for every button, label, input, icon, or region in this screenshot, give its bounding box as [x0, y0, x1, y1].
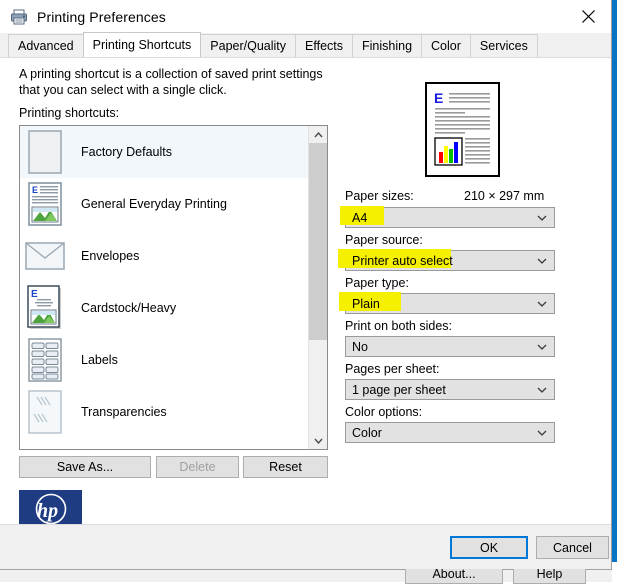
tab-color[interactable]: Color	[421, 34, 471, 57]
pages-per-sheet-label: Pages per sheet:	[345, 362, 440, 376]
tab-strip: Advanced Printing Shortcuts Paper/Qualit…	[0, 33, 611, 58]
list-item-label: Factory Defaults	[81, 145, 172, 159]
chevron-down-icon	[537, 344, 547, 350]
print-preview-thumbnail: E	[425, 82, 500, 177]
list-item-label: Transparencies	[81, 405, 167, 419]
pages-per-sheet-dropdown[interactable]: 1 page per sheet	[345, 379, 555, 400]
cancel-button[interactable]: Cancel	[536, 536, 609, 559]
svg-text:E: E	[32, 185, 38, 195]
window-title: Printing Preferences	[37, 9, 166, 25]
paper-type-dropdown[interactable]: Plain	[345, 293, 555, 314]
list-item-label: Labels	[81, 353, 118, 367]
tab-services[interactable]: Services	[470, 34, 538, 57]
scroll-up-arrow-icon[interactable]	[309, 126, 327, 143]
paper-type-value: Plain	[352, 297, 380, 311]
paper-dimensions-value: 210 × 297 mm	[464, 189, 544, 203]
shortcuts-list: Factory Defaults E	[20, 126, 308, 449]
reset-button[interactable]: Reset	[243, 456, 328, 478]
tab-printing-shortcuts[interactable]: Printing Shortcuts	[83, 32, 202, 57]
tab-finishing[interactable]: Finishing	[352, 34, 422, 57]
list-item-label: Envelopes	[81, 249, 139, 263]
list-item[interactable]: E	[20, 178, 308, 230]
ok-button[interactable]: OK	[450, 536, 528, 559]
close-button[interactable]	[565, 0, 611, 33]
list-item[interactable]: Envelopes	[20, 230, 308, 282]
save-as-button[interactable]: Save As...	[19, 456, 151, 478]
list-item-label: General Everyday Printing	[81, 197, 227, 211]
transparency-sheet-icon	[25, 389, 65, 435]
intro-text: A printing shortcut is a collection of s…	[19, 66, 329, 98]
chevron-down-icon	[537, 301, 547, 307]
paper-sizes-dropdown[interactable]: A4	[345, 207, 555, 228]
chevron-down-icon	[537, 430, 547, 436]
hp-logo-mark: hp	[19, 490, 82, 528]
dialog-footer: OK Cancel	[0, 524, 611, 569]
chevron-down-icon	[537, 215, 547, 221]
paper-source-dropdown[interactable]: Printer auto select	[345, 250, 555, 271]
both-sides-value: No	[352, 340, 368, 354]
printing-preferences-dialog: Printing Preferences Advanced Printing S…	[0, 0, 612, 570]
paper-source-label: Paper source:	[345, 233, 423, 247]
labels-sheet-icon	[25, 337, 65, 383]
color-options-dropdown[interactable]: Color	[345, 422, 555, 443]
cardstock-page-icon: E	[25, 285, 65, 331]
document-with-image-icon: E	[25, 181, 65, 227]
tab-paper-quality[interactable]: Paper/Quality	[200, 34, 296, 57]
scroll-down-arrow-icon[interactable]	[309, 432, 327, 449]
svg-text:hp: hp	[37, 500, 58, 522]
both-sides-label: Print on both sides:	[345, 319, 452, 333]
tab-advanced[interactable]: Advanced	[8, 34, 84, 57]
list-item[interactable]: E Cardstock/Heavy	[20, 282, 308, 334]
paper-sizes-value: A4	[352, 211, 367, 225]
shortcuts-label: Printing shortcuts:	[19, 106, 119, 120]
envelope-icon	[25, 233, 65, 279]
printing-shortcuts-listbox[interactable]: Factory Defaults E	[19, 125, 328, 450]
delete-button: Delete	[156, 456, 239, 478]
svg-text:E: E	[434, 90, 443, 106]
both-sides-dropdown[interactable]: No	[345, 336, 555, 357]
scrollbar-thumb[interactable]	[309, 143, 327, 340]
tab-content-panel: A printing shortcut is a collection of s…	[0, 58, 611, 524]
background-right-edge	[612, 0, 617, 582]
paper-source-value: Printer auto select	[352, 254, 453, 268]
chevron-down-icon	[537, 387, 547, 393]
svg-text:E: E	[31, 289, 38, 300]
printer-icon	[9, 7, 29, 27]
title-bar: Printing Preferences	[0, 0, 611, 33]
color-options-label: Color options:	[345, 405, 422, 419]
blank-page-icon	[25, 129, 65, 175]
list-scrollbar[interactable]	[308, 126, 327, 449]
tab-effects[interactable]: Effects	[295, 34, 353, 57]
background-accent-bar	[612, 0, 617, 562]
paper-type-label: Paper type:	[345, 276, 409, 290]
list-item-label: Cardstock/Heavy	[81, 301, 176, 315]
paper-sizes-label: Paper sizes:	[345, 189, 414, 203]
chevron-down-icon	[537, 258, 547, 264]
pages-per-sheet-value: 1 page per sheet	[352, 383, 446, 397]
color-options-value: Color	[352, 426, 382, 440]
list-item[interactable]: Transparencies	[20, 386, 308, 438]
list-item[interactable]: Labels	[20, 334, 308, 386]
list-item[interactable]: Factory Defaults	[20, 126, 308, 178]
